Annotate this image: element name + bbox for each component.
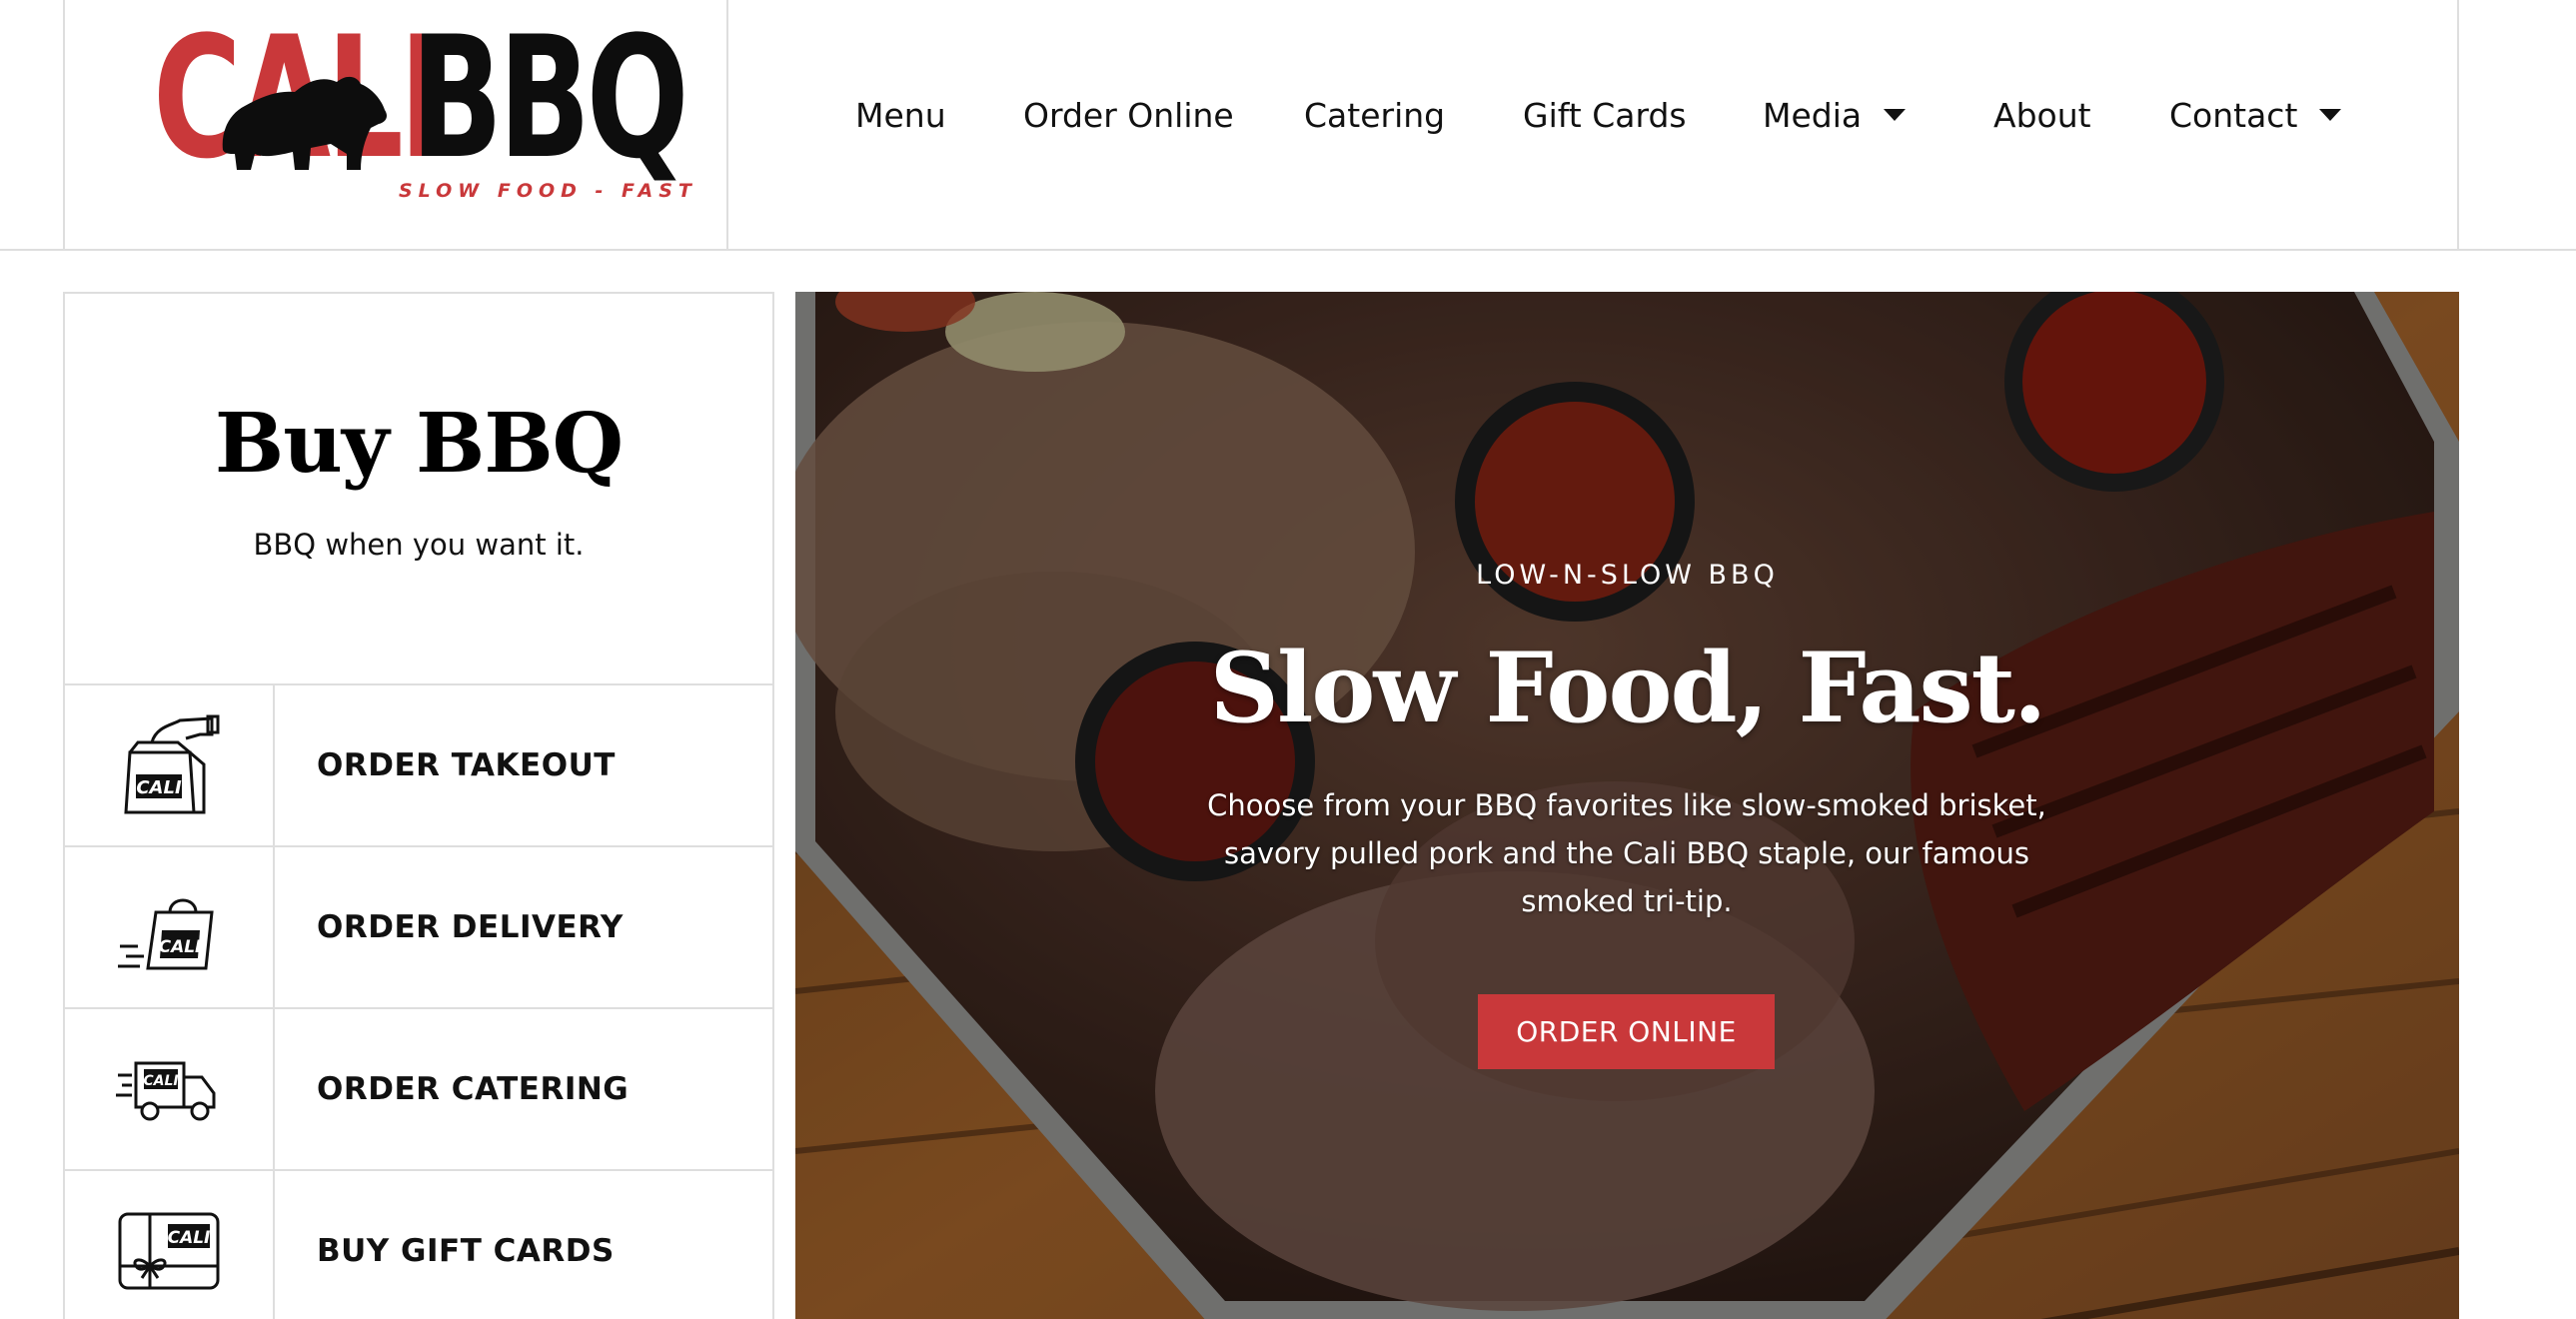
hero-title: Slow Food, Fast. [1209,632,2047,744]
svg-text:CALI: CALI [136,777,182,798]
order-online-button[interactable]: ORDER ONLINE [1478,994,1775,1069]
order-catering-link[interactable]: CALI ORDER CATERING [65,1007,772,1169]
hero-banner: LOW-N-SLOW BBQ Slow Food, Fast. Choose f… [795,292,2459,1319]
site-logo[interactable]: CALI BBQ SLOW FOOD - FAST [153,14,691,210]
logo-word-bbq: BBQ [411,0,689,196]
nav-item-contact[interactable]: Contact [2169,90,2342,140]
nav-item-catering[interactable]: Catering [1304,90,1445,140]
buy-gift-cards-link[interactable]: CALI BUY GIFT CARDS [65,1169,772,1319]
icon-cell: CALI [65,1171,275,1319]
nav-item-label: Contact [2169,95,2298,135]
buy-bbq-panel: Buy BBQ BBQ when you want it. CALI ORDER… [63,292,774,1319]
site-header: CALI BBQ SLOW FOOD - FAST Menu Order Onl… [0,0,2576,251]
nav-item-about[interactable]: About [1993,90,2091,140]
logo-tagline: SLOW FOOD - FAST [399,180,697,202]
hero-description: Choose from your BBQ favorites like slow… [1207,788,2046,918]
hero-kicker: LOW-N-SLOW BBQ [1476,560,1779,591]
icon-cell: CALI [65,685,275,845]
panel-subtitle: BBQ when you want it. [253,528,585,562]
row-label: ORDER DELIVERY [317,909,624,945]
bear-icon [222,76,387,170]
svg-text:CALI: CALI [143,1073,178,1089]
order-delivery-link[interactable]: CALI ORDER DELIVERY [65,845,772,1007]
icon-cell: CALI [65,1009,275,1169]
nav-item-gift-cards[interactable]: Gift Cards [1523,90,1687,140]
header-divider [2457,0,2459,249]
nav-item-media[interactable]: Media [1763,90,1907,140]
catering-truck-icon: CALI [116,1061,216,1121]
nav-item-label: Media [1763,95,1863,135]
nav-item-menu[interactable]: Menu [855,90,946,140]
gift-card-icon: CALI [118,1212,220,1290]
row-label: BUY GIFT CARDS [317,1233,615,1269]
svg-text:CALI: CALI [159,937,202,957]
nav-item-label: Menu [855,95,946,135]
svg-text:CALI: CALI [168,1228,211,1248]
nav-item-label: Gift Cards [1523,95,1687,135]
nav-item-order-online[interactable]: Order Online [1023,90,1234,140]
order-takeout-link[interactable]: CALI ORDER TAKEOUT [65,683,772,845]
nav-item-label: Order Online [1023,95,1234,135]
chevron-down-icon [2319,109,2342,121]
row-label: ORDER TAKEOUT [317,747,616,783]
nav-item-label: Catering [1304,95,1446,135]
panel-title: Buy BBQ [214,396,624,492]
nav-item-label: About [1993,95,2091,135]
chevron-down-icon [1884,109,1907,121]
takeout-bag-icon: CALI [124,714,220,814]
logo-cell: CALI BBQ SLOW FOOD - FAST [63,0,728,249]
delivery-bag-icon: CALI [118,898,214,970]
row-label: ORDER CATERING [317,1071,630,1107]
icon-cell: CALI [65,847,275,1007]
